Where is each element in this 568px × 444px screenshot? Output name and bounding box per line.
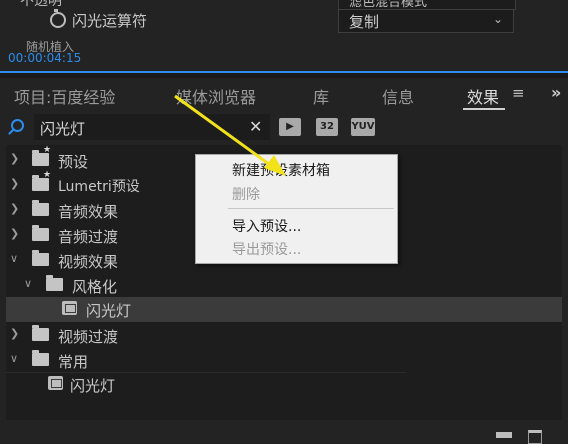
tab-media-browser[interactable]: 媒体浏览器: [176, 84, 256, 108]
preset-folder-icon: [32, 145, 51, 166]
tab-effects[interactable]: 效果: [467, 84, 499, 108]
folder-icon: [32, 225, 49, 241]
panel-menu-icon[interactable]: ≡: [512, 84, 525, 102]
chevron-down-icon[interactable]: ∨: [24, 277, 32, 290]
chevron-right-icon[interactable]: ❯: [10, 177, 19, 190]
tree-item-label: 风格化: [72, 278, 118, 296]
panel-footer: [0, 420, 568, 444]
tree-item-label: 预设: [58, 153, 89, 171]
search-icon: [11, 119, 24, 132]
video-effect-icon: [48, 376, 63, 390]
menu-item-export-presets[interactable]: 导出预设...: [232, 239, 301, 259]
active-tab-indicator: [463, 108, 505, 110]
tab-info[interactable]: 信息: [382, 84, 414, 108]
folder-icon: [32, 200, 49, 216]
chevron-right-icon[interactable]: ❯: [10, 227, 19, 240]
tab-project[interactable]: 项目:百度经验: [14, 84, 115, 108]
new-bin-icon[interactable]: [496, 432, 512, 438]
tree-item-label: 视频效果: [58, 253, 119, 271]
flash-operator-label: 闪光运算符: [72, 12, 148, 30]
tab-libraries[interactable]: 库: [313, 84, 329, 108]
folder-icon: [32, 250, 49, 266]
tree-item-label: 常用: [58, 353, 89, 371]
tree-item-label: 音频效果: [58, 203, 119, 221]
tab-overflow-icon[interactable]: »: [551, 83, 561, 102]
tree-item-label: Lumetri预设: [58, 179, 140, 195]
search-value: 闪光灯: [40, 120, 86, 138]
folder-icon: [46, 275, 63, 291]
folder-icon: [32, 325, 49, 341]
tree-item-strobe-light-common[interactable]: 闪光灯: [6, 372, 562, 397]
timecode[interactable]: 00:00:04:15: [8, 51, 81, 65]
tree-item-label: 视频过渡: [58, 328, 119, 346]
context-menu: 新建预设素材箱 删除 导入预设... 导出预设...: [195, 154, 398, 264]
tree-item-stylize[interactable]: ∨ 风格化: [6, 273, 562, 298]
tree-item-common[interactable]: ∨ 常用: [6, 348, 562, 373]
chevron-right-icon[interactable]: ❯: [10, 202, 19, 215]
chevron-down-icon[interactable]: ∨: [10, 352, 18, 365]
32bit-color-icon[interactable]: 32: [316, 118, 338, 136]
flash-operator-value: 复制: [349, 13, 380, 31]
tree-item-label: 闪光灯: [86, 302, 132, 320]
folder-icon: [32, 350, 49, 366]
chevron-right-icon[interactable]: ❯: [10, 152, 19, 165]
chevron-down-icon: ⌄: [492, 12, 503, 26]
stopwatch-icon[interactable]: [50, 9, 66, 28]
tree-item-label: 音频过渡: [58, 228, 119, 246]
chevron-down-icon[interactable]: ∨: [10, 252, 18, 265]
yuv-effects-icon[interactable]: YUV: [351, 118, 375, 136]
tree-item-strobe-light[interactable]: 闪光灯: [6, 297, 562, 322]
menu-item-delete[interactable]: 删除: [232, 184, 260, 204]
menu-item-new-preset-bin[interactable]: 新建预设素材箱: [232, 160, 330, 180]
menu-separator: [228, 208, 394, 209]
tree-item-video-transitions[interactable]: ❯ 视频过渡: [6, 323, 562, 348]
tree-item-label: 闪光灯: [70, 377, 116, 395]
video-effect-icon: [62, 301, 77, 315]
preset-folder-icon: [32, 170, 51, 191]
clear-search-icon[interactable]: ✕: [249, 117, 262, 136]
effect-param-opacity-label: 不透明: [20, 0, 62, 9]
menu-item-import-presets[interactable]: 导入预设...: [232, 216, 301, 236]
chevron-right-icon[interactable]: ❯: [10, 327, 19, 340]
accelerated-effects-icon[interactable]: ▶: [279, 118, 301, 136]
flash-operator-dropdown[interactable]: 复制 ⌄: [338, 9, 514, 33]
delete-icon[interactable]: [528, 430, 542, 444]
